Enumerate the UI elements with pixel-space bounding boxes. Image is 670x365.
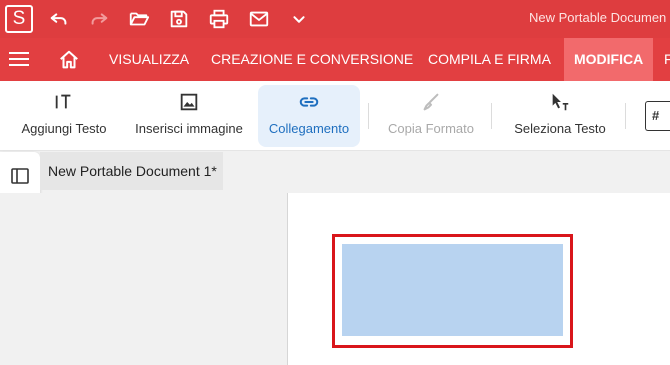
app-logo[interactable]: S [5,5,33,33]
select-text-label: Seleziona Testo [514,121,606,136]
copy-format-label: Copia Formato [388,121,474,136]
title-bar: S New Portable Documen [0,0,670,38]
format-brush-icon [423,93,439,111]
toolbar-divider [368,103,369,129]
menu-bar: VISUALIZZA CREAZIONE E CONVERSIONE COMPI… [0,38,670,81]
header-footer-icon[interactable]: # [645,101,670,131]
copy-format-button[interactable]: Copia Formato [382,85,480,147]
thumbnail-area [0,193,288,365]
window-title: New Portable Documen [529,10,667,25]
sidebar-toggle-icon[interactable] [10,166,30,186]
menu-modifica[interactable]: MODIFICA [564,38,654,81]
redo-icon[interactable] [87,7,111,31]
link-area[interactable] [342,244,563,336]
toolbar-divider [625,103,626,129]
add-text-button[interactable]: Aggiungi Testo [16,85,112,147]
menu-creazione-conversione[interactable]: CREAZIONE E CONVERSIONE [211,38,413,81]
select-text-icon [552,93,569,111]
menu-compila-firma[interactable]: COMPILA E FIRMA [428,38,551,81]
image-icon [180,93,198,111]
print-icon[interactable] [207,7,231,31]
hamburger-menu-icon[interactable] [9,52,29,68]
home-icon[interactable] [58,49,80,71]
select-text-button[interactable]: Seleziona Testo [508,85,612,147]
document-tab[interactable]: New Portable Document 1* [40,152,223,190]
mail-icon[interactable] [247,7,271,31]
menu-visualizza[interactable]: VISUALIZZA [109,38,189,81]
toolbar-divider [491,103,492,129]
insert-image-button[interactable]: Inserisci immagine [130,85,248,147]
link-icon [299,97,319,107]
chevron-down-icon[interactable] [287,7,311,31]
open-folder-icon[interactable] [127,7,151,31]
add-text-icon [55,94,71,109]
menu-next-truncated[interactable]: F [664,38,670,81]
link-selection-box[interactable] [332,234,573,348]
insert-image-label: Inserisci immagine [135,121,243,136]
save-icon[interactable] [167,7,191,31]
link-button[interactable]: Collegamento [258,85,360,147]
undo-icon[interactable] [47,7,71,31]
add-text-label: Aggiungi Testo [21,121,107,136]
ribbon-toolbar: Aggiungi Testo Inserisci immagine Colleg… [0,81,670,151]
link-label: Collegamento [268,121,350,136]
